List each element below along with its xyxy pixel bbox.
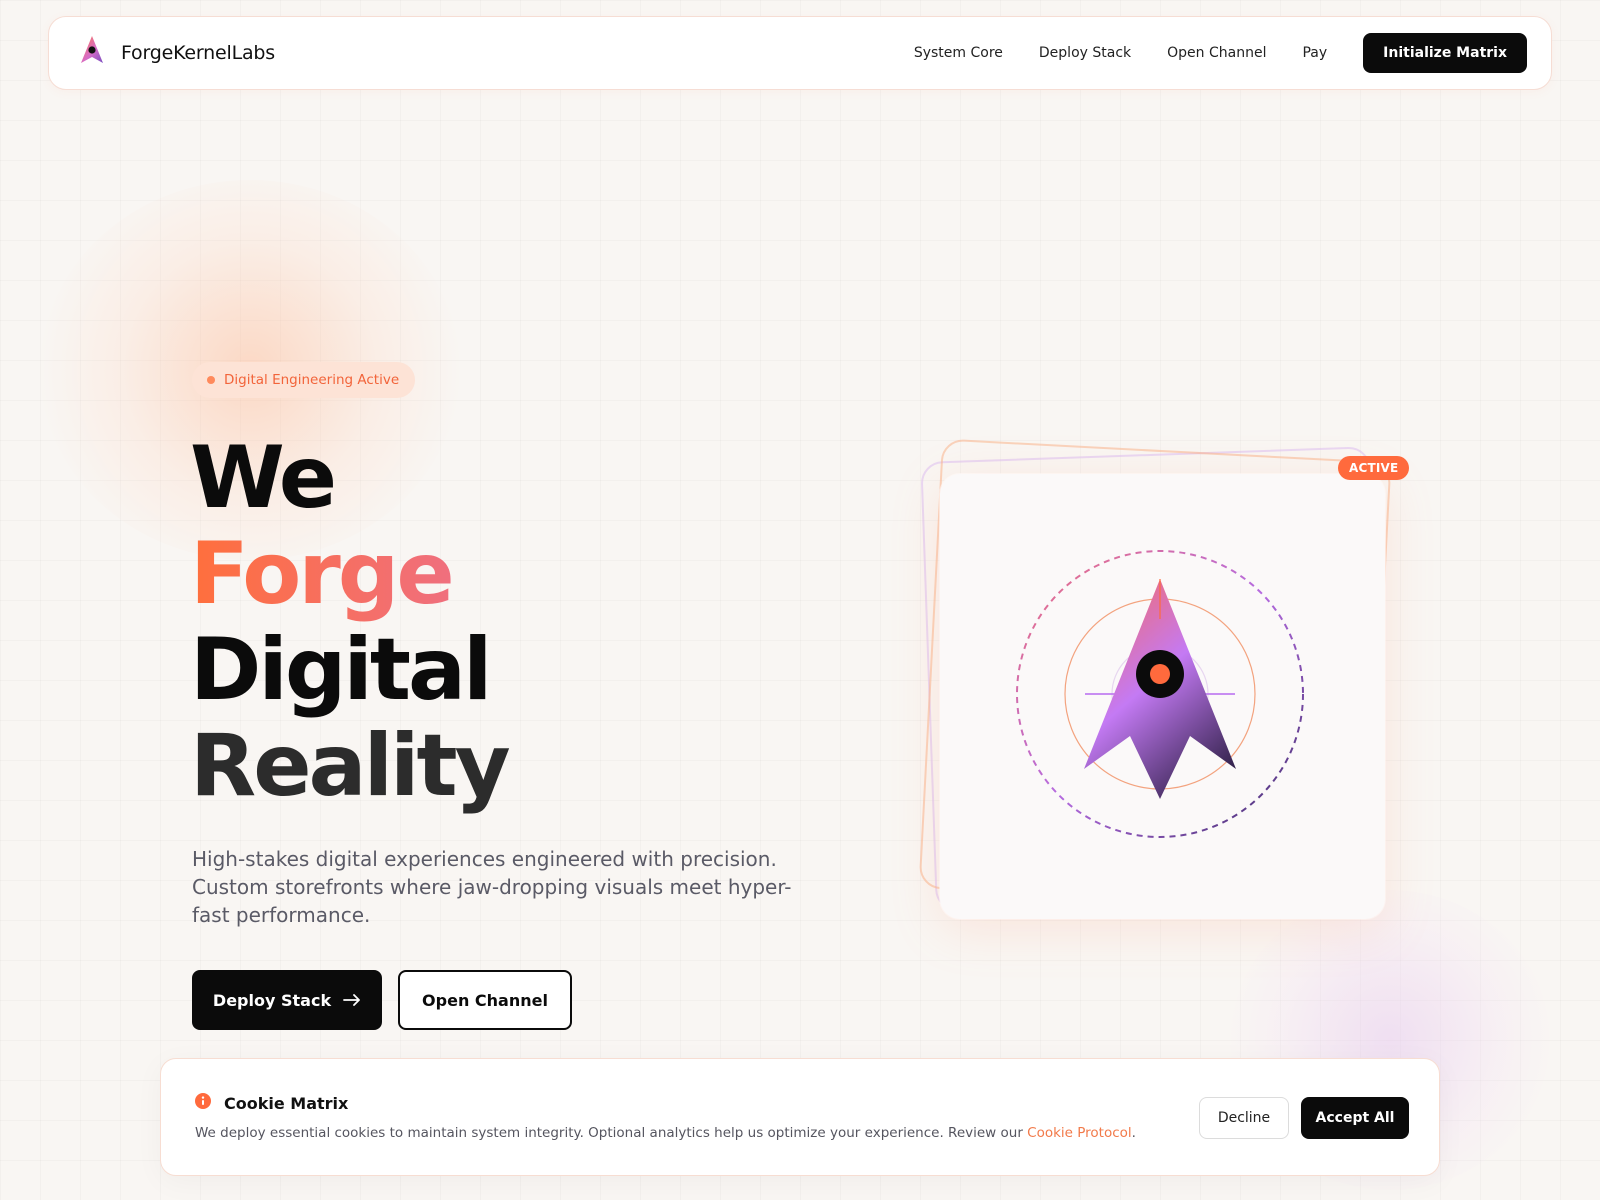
hero-description: High-stakes digital experiences engineer… (192, 847, 792, 927)
deploy-stack-label: Deploy Stack (212, 990, 332, 1010)
active-badge: ACTIVE (1338, 456, 1410, 480)
nav-link-open-channel[interactable]: Open Channel (1167, 45, 1266, 61)
decline-button[interactable]: Decline (1199, 1097, 1289, 1139)
cookie-text-end: . (1131, 1125, 1136, 1141)
headline-line-we: We (190, 428, 337, 528)
cookie-title: Cookie Matrix (224, 1093, 349, 1113)
visual-card (940, 474, 1385, 919)
accept-all-button[interactable]: Accept All (1301, 1097, 1409, 1139)
brand-name: ForgeKernelLabs (121, 42, 275, 64)
rocket-target-icon (1016, 550, 1304, 838)
cookie-protocol-link[interactable]: Cookie Protocol (1027, 1125, 1132, 1141)
initialize-matrix-button[interactable]: Initialize Matrix (1363, 33, 1527, 73)
info-icon (195, 1093, 211, 1113)
cookie-text-body: We deploy essential cookies to maintain … (195, 1125, 1028, 1141)
headline-line-forge: Forge (190, 526, 508, 622)
status-dot (207, 376, 215, 384)
rocket-icon (79, 35, 105, 71)
headline-line-reality: Reality (190, 716, 511, 816)
headline-line-digital: Digital (190, 620, 493, 720)
brand[interactable]: ForgeKernelLabs (79, 35, 275, 71)
status-pill-text: Digital Engineering Active (224, 372, 400, 388)
status-pill: Digital Engineering Active (192, 362, 416, 398)
arrow-right-icon (343, 991, 361, 1010)
cookie-banner: Cookie Matrix We deploy essential cookie… (160, 1058, 1440, 1176)
top-navbar: ForgeKernelLabs System Core Deploy Stack… (48, 16, 1552, 90)
cookie-text: We deploy essential cookies to maintain … (195, 1125, 1136, 1141)
nav-link-deploy-stack[interactable]: Deploy Stack (1039, 45, 1131, 61)
nav-link-system-core[interactable]: System Core (914, 45, 1003, 61)
nav-link-pay[interactable]: Pay (1302, 45, 1327, 61)
open-channel-button[interactable]: Open Channel (398, 970, 572, 1030)
nav-links: System Core Deploy Stack Open Channel Pa… (914, 33, 1527, 73)
cookie-title-row: Cookie Matrix (195, 1093, 348, 1113)
hero-visual: ACTIVE (900, 438, 1420, 960)
hero-headline: We Forge Digital Reality (190, 428, 511, 816)
deploy-stack-button[interactable]: Deploy Stack (192, 970, 382, 1030)
